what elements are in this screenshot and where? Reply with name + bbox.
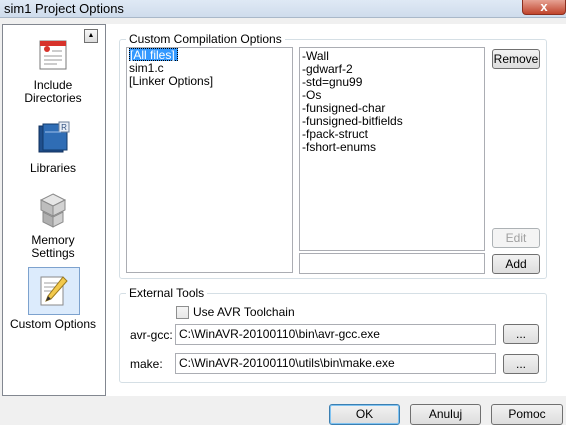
ok-button[interactable]: OK	[329, 404, 400, 425]
remove-button[interactable]: Remove	[492, 49, 540, 69]
file-item-all-files[interactable]: [All files]	[129, 48, 178, 62]
sidebar-item-label-2: Directories	[24, 91, 82, 105]
sidebar-item-memory-settings[interactable]: Memory Settings	[3, 190, 103, 260]
sidebar-item-label: Libraries	[29, 161, 77, 175]
libraries-icon: R	[33, 118, 73, 158]
dialog-button-bar: OK Anuluj Pomoc	[0, 396, 566, 425]
title-bar: sim1 Project Options x	[0, 0, 566, 18]
edit-button[interactable]: Edit	[492, 228, 540, 248]
make-browse-button[interactable]: ...	[503, 354, 539, 374]
sidebar-item-label-2: Settings	[31, 246, 75, 260]
sidebar-item-libraries[interactable]: R Libraries	[3, 118, 103, 175]
cancel-button[interactable]: Anuluj	[410, 404, 481, 425]
options-sidebar: ▲ Include Directories R Libraries Memory…	[2, 24, 106, 396]
sidebar-item-include-directories[interactable]: Include Directories	[3, 35, 103, 105]
new-option-input[interactable]	[299, 253, 485, 274]
close-button[interactable]: x	[522, 0, 566, 15]
use-avr-toolchain-checkbox[interactable]	[176, 306, 189, 319]
group-legend: Custom Compilation Options	[126, 32, 285, 46]
group-legend: External Tools	[126, 286, 208, 300]
file-item-linker-options[interactable]: [Linker Options]	[127, 75, 292, 88]
make-label: make:	[130, 357, 163, 371]
option-item[interactable]: -fshort-enums	[300, 141, 484, 154]
memory-settings-icon	[33, 190, 73, 230]
external-tools-group: External Tools Use AVR Toolchain avr-gcc…	[119, 286, 547, 383]
option-item[interactable]: -std=gnu99	[300, 76, 484, 89]
sidebar-item-custom-options[interactable]: Custom Options	[3, 267, 103, 331]
avr-gcc-path-input[interactable]: C:\WinAVR-20100110\bin\avr-gcc.exe	[175, 324, 496, 345]
svg-text:R: R	[61, 123, 67, 132]
options-panel: Custom Compilation Options [All files] s…	[106, 24, 566, 396]
custom-compilation-group: Custom Compilation Options [All files] s…	[119, 32, 547, 279]
options-list[interactable]: -Wall -gdwarf-2 -std=gnu99 -Os -funsigne…	[299, 47, 485, 251]
custom-options-icon	[33, 271, 73, 311]
add-button[interactable]: Add	[492, 254, 540, 274]
sidebar-item-label: Custom Options	[9, 317, 97, 331]
use-avr-toolchain-label: Use AVR Toolchain	[193, 305, 295, 319]
include-directories-icon	[33, 35, 73, 75]
list-item[interactable]: [All files]	[127, 48, 292, 62]
make-path-input[interactable]: C:\WinAVR-20100110\utils\bin\make.exe	[175, 353, 496, 374]
window-title: sim1 Project Options	[4, 1, 124, 16]
files-list[interactable]: [All files] sim1.c [Linker Options]	[126, 47, 293, 273]
avr-gcc-label: avr-gcc:	[130, 328, 173, 342]
avr-gcc-browse-button[interactable]: ...	[503, 324, 539, 344]
help-button[interactable]: Pomoc	[491, 404, 563, 425]
